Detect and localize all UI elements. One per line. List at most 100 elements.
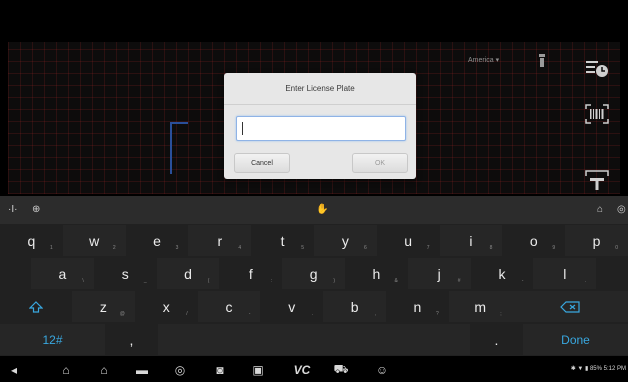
key-x[interactable]: x / — [135, 291, 198, 322]
symbols-key[interactable]: 12# — [0, 324, 105, 355]
key-hint: _ — [143, 278, 147, 284]
key-b[interactable]: b, — [323, 291, 386, 322]
key-j[interactable]: j # — [407, 258, 471, 289]
home-icon[interactable]: ⌂ — [58, 361, 74, 378]
cursor-control-icon[interactable]: ·I· — [8, 204, 17, 215]
period-key[interactable]: . — [470, 324, 523, 355]
key-z[interactable]: z @ — [72, 291, 135, 322]
text-caret — [242, 122, 243, 135]
key-label: l — [563, 265, 567, 282]
barcode-scan-icon[interactable] — [583, 102, 611, 126]
key-hint: 3 — [175, 245, 179, 251]
key-k[interactable]: k- — [471, 258, 534, 289]
key-label: q — [27, 232, 36, 249]
key-hint: 6 — [364, 245, 367, 251]
key-hint: ( — [207, 278, 210, 284]
flashlight-icon[interactable] — [538, 54, 546, 68]
key-label: v — [288, 298, 296, 315]
keyboard-row-1: q1w2e3r4t5y6u7i8o9p0 — [0, 224, 628, 257]
key-label: j — [437, 265, 441, 282]
key-label: s — [121, 265, 129, 282]
region-select[interactable]: America ▾ — [468, 56, 499, 64]
key-n[interactable]: n? — [386, 291, 449, 322]
key-label: b — [350, 298, 359, 315]
key-q[interactable]: q1 — [0, 225, 63, 256]
done-key[interactable]: Done — [523, 324, 628, 355]
key-g[interactable]: g) — [282, 258, 345, 289]
backspace-key[interactable] — [511, 291, 628, 322]
row-spacer — [0, 258, 31, 289]
screenshot-icon[interactable]: ▣ — [249, 361, 267, 378]
status-indicators: ✱ ▼ ▮ 85% 5:12 PM — [570, 366, 626, 372]
ok-button[interactable]: OK — [352, 153, 408, 173]
comma-key[interactable]: , — [105, 324, 158, 355]
key-p[interactable]: p0 — [565, 225, 628, 256]
settings-icon[interactable]: ◎ — [617, 204, 626, 215]
key-label: n — [413, 298, 422, 315]
house-icon[interactable]: ⌂ — [96, 361, 112, 378]
key-hint: ? — [436, 311, 439, 317]
remote-support-icon[interactable]: ☺ — [372, 361, 392, 378]
key-w[interactable]: w2 — [62, 225, 126, 256]
key-o[interactable]: o9 — [502, 225, 565, 256]
keyboard-row-4: 12# , . Done — [0, 323, 628, 356]
key-y[interactable]: y6 — [313, 225, 377, 256]
key-label: u — [404, 232, 413, 249]
shift-key[interactable] — [0, 291, 72, 322]
key-v[interactable]: v. — [260, 291, 323, 322]
key-hint: 8 — [489, 245, 493, 251]
key-u[interactable]: u7 — [377, 225, 440, 256]
key-t[interactable]: t5 — [251, 225, 314, 256]
key-hint: : — [270, 278, 273, 284]
cancel-button[interactable]: Cancel — [234, 153, 290, 173]
key-s[interactable]: s _ — [94, 258, 157, 289]
key-hint: 5 — [301, 245, 304, 251]
key-hint: / — [186, 311, 188, 317]
back-icon[interactable]: ◂ — [6, 361, 22, 378]
scan-frame-corner — [170, 122, 188, 174]
dialog-title: Enter License Plate — [224, 73, 416, 105]
key-hint: ) — [333, 278, 335, 284]
keyboard-row-3: z @ x / c - v. b, n? m; — [0, 290, 628, 323]
camera-icon[interactable]: ◙ — [212, 361, 228, 378]
recent-apps-icon[interactable]: ▬ — [134, 361, 150, 378]
theme-icon[interactable]: ⌂ — [597, 204, 603, 215]
globe-icon[interactable]: ⊕ — [32, 204, 40, 215]
comma-key-label: , — [129, 331, 134, 348]
browser-icon[interactable]: ◎ — [172, 361, 188, 378]
key-label: a — [58, 265, 67, 282]
key-hint: 1 — [50, 245, 53, 251]
key-label: w — [89, 232, 100, 249]
shift-icon — [29, 300, 43, 313]
period-key-label: . — [494, 331, 499, 348]
car-icon[interactable]: ⛟ — [333, 361, 349, 378]
key-label: p — [592, 232, 601, 249]
key-e[interactable]: e3 — [126, 225, 189, 256]
key-label: g — [309, 265, 318, 282]
key-f[interactable]: f: — [219, 258, 282, 289]
key-i[interactable]: i8 — [439, 225, 503, 256]
key-c[interactable]: c- — [197, 291, 261, 322]
key-m[interactable]: m; — [448, 291, 512, 322]
vci-icon[interactable]: VC — [288, 361, 316, 378]
text-recognition-icon[interactable] — [583, 168, 611, 192]
space-key[interactable] — [158, 324, 470, 355]
key-hint: , — [374, 311, 376, 317]
key-label: x — [162, 298, 170, 315]
right-toolbar — [575, 42, 620, 194]
key-r[interactable]: r4 — [188, 225, 252, 256]
handwriting-icon[interactable]: ✋ — [316, 204, 328, 215]
key-label: z — [99, 298, 107, 315]
key-hint: 2 — [112, 245, 116, 251]
history-list-icon[interactable] — [583, 56, 611, 80]
key-d[interactable]: d( — [156, 258, 220, 289]
key-h[interactable]: h & — [345, 258, 408, 289]
license-plate-dialog: Enter License Plate Cancel OK — [224, 73, 416, 179]
key-hint: @ — [119, 311, 125, 317]
key-a[interactable]: a \ — [31, 258, 94, 289]
key-label: o — [529, 232, 538, 249]
license-plate-input[interactable] — [236, 116, 406, 141]
key-l[interactable]: l. — [533, 258, 597, 289]
key-label: h — [372, 265, 381, 282]
key-label: d — [184, 265, 192, 282]
